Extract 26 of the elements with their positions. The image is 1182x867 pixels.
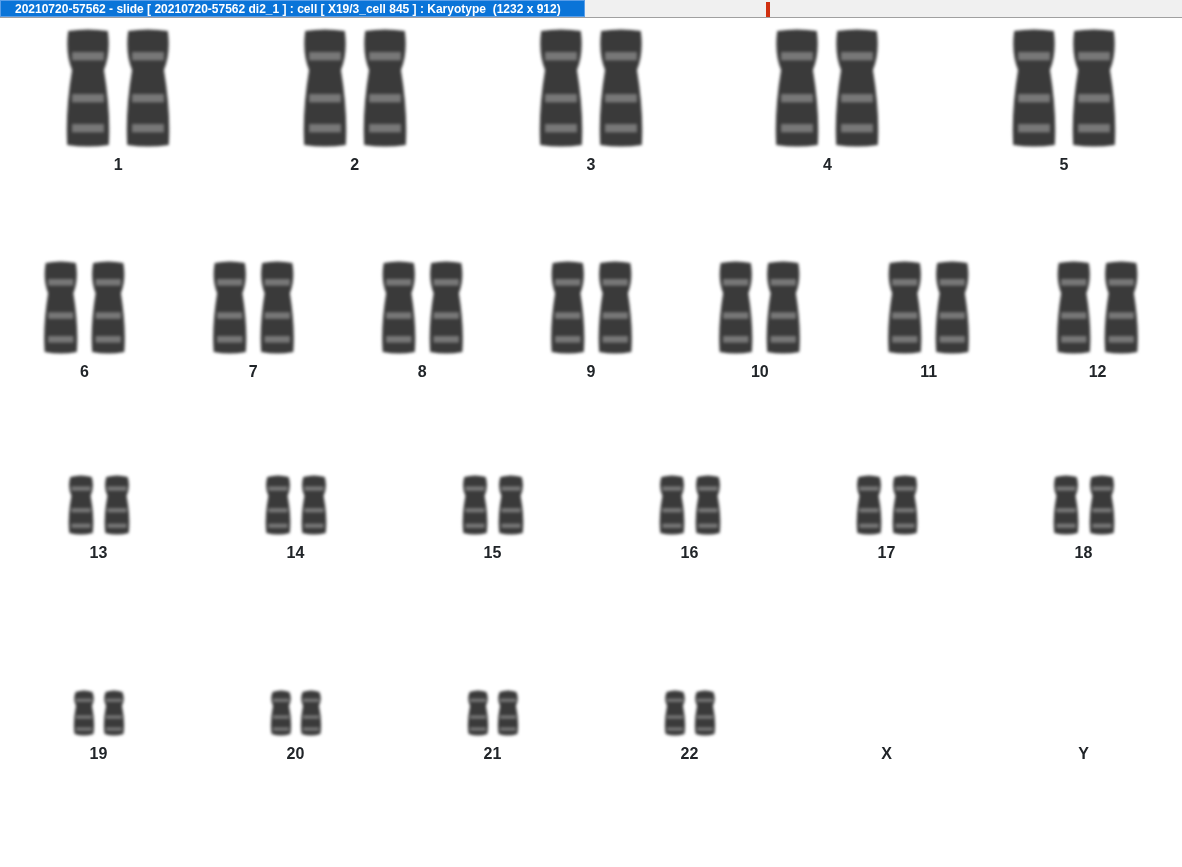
chromosome-label: 10: [750, 363, 769, 381]
chromosome-label: 12: [1088, 363, 1107, 381]
chromosome-label: 14: [286, 544, 305, 562]
chromosome-label: X: [881, 745, 892, 763]
window-title: 20210720-57562 - slide [ 20210720-57562 di2_1 ] : cell [ X19/3_cell 845 ] : Karyotype (1232 x 912): [0, 0, 585, 17]
chromosome-label: 1: [113, 156, 123, 174]
chromosome-label: 2: [350, 156, 360, 174]
chromosome-label: 13: [89, 544, 108, 562]
chromosome-label: 21: [483, 745, 502, 763]
chromosome-label: 20: [286, 745, 305, 763]
chromosome-label: 18: [1074, 544, 1093, 562]
chromosome-label: 8: [417, 363, 427, 381]
chromosome-label: 17: [877, 544, 896, 562]
chromosome-label: 4: [822, 156, 832, 174]
chromosome-label: 11: [920, 363, 938, 381]
chromosome-label: 5: [1059, 156, 1069, 174]
chromosome-label: 3: [586, 156, 596, 174]
chromosome-label: 6: [79, 363, 89, 381]
chromosome-label: 19: [89, 745, 108, 763]
chromosome-label: 7: [248, 363, 258, 381]
chromosome-label: 15: [483, 544, 502, 562]
chromosome-label: 16: [680, 544, 699, 562]
chromosome-label: 9: [586, 363, 596, 381]
chromosome-label: 22: [680, 745, 699, 763]
marker-icon: [766, 2, 770, 17]
chromosome-label: Y: [1078, 745, 1089, 763]
